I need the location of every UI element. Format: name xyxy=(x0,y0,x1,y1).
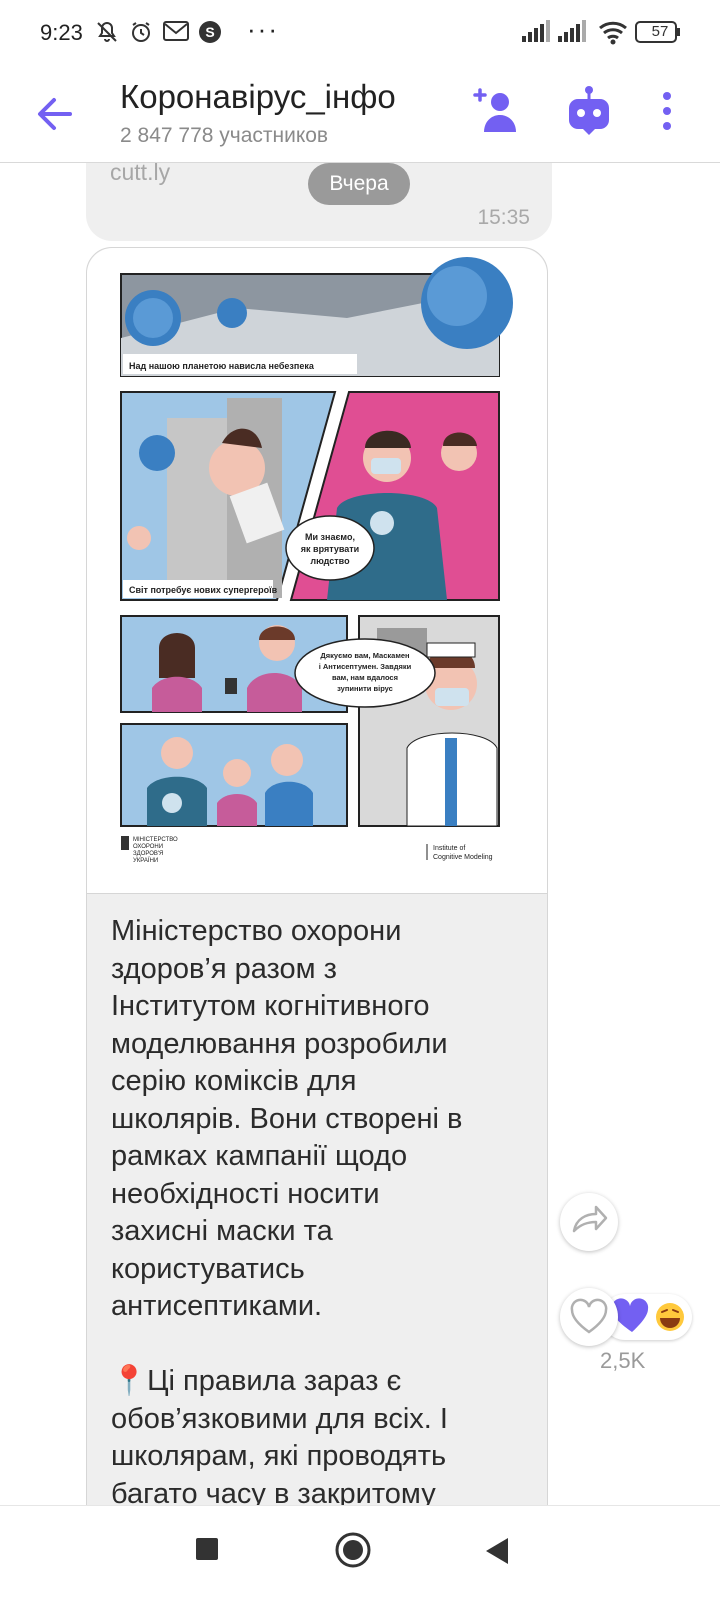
svg-text:S: S xyxy=(205,24,214,40)
back-arrow-icon[interactable] xyxy=(30,88,82,140)
date-separator: Вчера xyxy=(308,163,410,205)
comic-image[interactable]: Над нашою планетою нависла небезпека Сві… xyxy=(87,248,547,894)
back-triangle-icon[interactable] xyxy=(484,1536,510,1566)
participants-count: 2 847 778 участников xyxy=(120,124,329,147)
message-link[interactable]: cutt.ly xyxy=(110,163,170,186)
chat-area[interactable]: cutt.ly 15:35 Вчера Над нашою планетою н… xyxy=(0,163,720,1505)
laughing-emoji-icon xyxy=(656,1303,684,1331)
message-bubble[interactable]: Над нашою планетою нависла небезпека Сві… xyxy=(86,247,548,1505)
status-right: 57 xyxy=(522,20,682,51)
panel-caption-1: Над нашою планетою нависла небезпека xyxy=(129,361,315,371)
comic-illustration: Над нашою планетою нависла небезпека Сві… xyxy=(120,257,513,864)
svg-text:Ми знаємо,: Ми знаємо, xyxy=(305,532,355,542)
status-time: 9:23 xyxy=(40,20,83,45)
wifi-icon xyxy=(599,21,627,45)
comic-footer: МІНІСТЕРСТВО ОХОРОНИ ЗДОРОВ'Я УКРАЇНИ In… xyxy=(121,836,493,864)
status-bar: 9:23 S ··· 57 xyxy=(0,0,720,70)
message-text[interactable]: Міністерство охорони здоров’я разом з Ін… xyxy=(111,913,531,1505)
svg-text:як врятувати: як врятувати xyxy=(301,544,359,554)
more-notifications-icon: ··· xyxy=(247,14,279,44)
mute-icon xyxy=(97,21,117,42)
svg-text:вам, нам вдалося: вам, нам вдалося xyxy=(332,673,398,682)
panel-caption-2: Світ потребує нових супергероїв xyxy=(129,585,278,595)
alarm-icon xyxy=(132,22,150,42)
svg-text:МІНІСТЕРСТВО: МІНІСТЕРСТВО xyxy=(133,837,178,843)
share-button[interactable] xyxy=(560,1193,618,1251)
gmail-icon xyxy=(163,21,189,41)
signal-icon xyxy=(522,20,550,42)
page-title[interactable]: Коронавірус_інфо xyxy=(120,78,396,116)
svg-text:Institute of: Institute of xyxy=(433,845,465,852)
svg-text:зупинити вірус: зупинити вірус xyxy=(337,684,393,693)
chat-header: Коронавірус_інфо 2 847 778 участников xyxy=(0,70,720,163)
comic-panel-6 xyxy=(120,723,348,827)
comic-panel-1: Над нашою планетою нависла небезпека xyxy=(120,257,513,377)
system-nav-bar xyxy=(0,1505,720,1601)
svg-text:ОХОРОНИ: ОХОРОНИ xyxy=(133,844,163,850)
signal-icon-2 xyxy=(558,20,586,42)
add-participant-icon[interactable] xyxy=(470,84,524,138)
svg-text:УКРАЇНИ: УКРАЇНИ xyxy=(133,857,158,864)
message-time: 15:35 xyxy=(477,206,530,229)
svg-text:Дякуємо вам, Маскамен: Дякуємо вам, Маскамен xyxy=(320,651,409,660)
svg-text:і Антисептумен. Завдяки: і Антисептумен. Завдяки xyxy=(319,662,412,671)
reaction-count: 2,5K xyxy=(600,1348,646,1373)
speech-bubble-2: Дякуємо вам, Маскамен і Антисептумен. За… xyxy=(294,638,436,708)
heart-outline-icon xyxy=(570,1298,608,1334)
home-circle-icon[interactable] xyxy=(333,1530,373,1570)
svg-text:людство: людство xyxy=(310,556,350,566)
skype-icon: S xyxy=(199,21,221,43)
like-button[interactable] xyxy=(560,1288,618,1346)
bot-icon[interactable] xyxy=(562,84,616,138)
reactions-group[interactable] xyxy=(560,1288,700,1346)
share-icon xyxy=(572,1205,608,1233)
svg-text:Cognitive Modeling: Cognitive Modeling xyxy=(433,854,493,861)
recents-square-icon[interactable] xyxy=(194,1536,220,1562)
svg-text:ЗДОРОВ'Я: ЗДОРОВ'Я xyxy=(133,851,163,857)
more-vert-icon[interactable] xyxy=(640,84,694,138)
battery-level: 57 xyxy=(651,23,669,40)
